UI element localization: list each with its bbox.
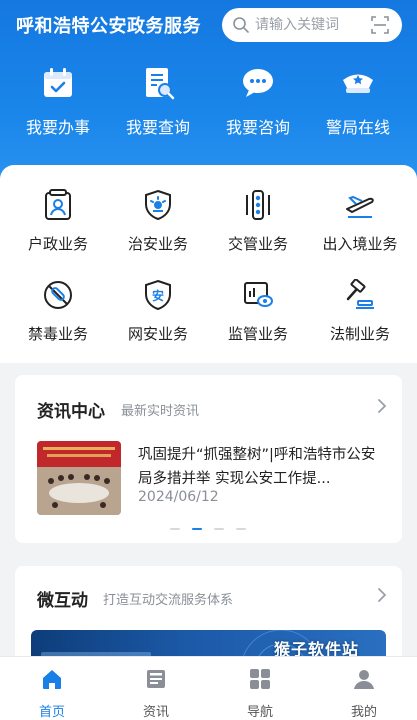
app-title: 呼和浩特公安政务服务: [16, 16, 201, 37]
news-thumbnail[interactable]: [37, 441, 121, 515]
news-card: 资讯中心 最新实时资讯 巩固提升“抓强整树”|呼和浩特市公安局多措并举 实现公安…: [15, 375, 402, 543]
svg-text:安: 安: [152, 288, 164, 303]
quick-action-query[interactable]: 我要查询: [108, 62, 208, 142]
search-icon: [233, 17, 249, 33]
service-exit-entry[interactable]: 出入境业务: [308, 189, 412, 269]
scan-icon[interactable]: [370, 15, 390, 35]
service-label: 出入境业务: [322, 235, 398, 253]
airplane-icon: [346, 195, 374, 218]
interaction-title: 微互动: [37, 591, 88, 611]
quick-action-consult[interactable]: 我要咨询: [208, 62, 308, 142]
service-public-security[interactable]: 治安业务: [106, 189, 210, 269]
quick-actions: 我要办事 我要查询 我要咨询 警局在线: [0, 62, 417, 142]
service-legal[interactable]: 法制业务: [308, 279, 412, 359]
traffic-light-icon: [246, 190, 270, 220]
meeting-photo: [37, 441, 121, 515]
shield-light-icon: [145, 189, 171, 221]
interaction-subtitle: 打造互动交流服务体系: [103, 593, 234, 608]
news-subtitle: 最新实时资讯: [121, 404, 200, 419]
user-icon: [354, 670, 374, 689]
quick-action-label: 警局在线: [325, 118, 390, 137]
search-input[interactable]: [255, 14, 370, 36]
news-icon: [147, 670, 165, 688]
quick-action-handle-affairs[interactable]: 我要办事: [8, 62, 108, 142]
carousel-dot-active[interactable]: [192, 528, 202, 530]
search-box[interactable]: [222, 8, 402, 42]
service-household[interactable]: 户政业务: [6, 189, 110, 269]
id-card-icon: [45, 189, 71, 220]
service-traffic[interactable]: 交管业务: [206, 189, 310, 269]
nav-label: 导航: [246, 705, 273, 720]
service-supervision[interactable]: 监管业务: [206, 279, 310, 359]
services-grid: 户政业务 治安业务 交管业务 出入境业务 禁毒业务 安 网安业务 监管业务 法制…: [0, 165, 417, 363]
home-icon: [43, 670, 61, 689]
shield-safe-icon: 安: [145, 279, 171, 311]
news-title: 资讯中心: [37, 402, 105, 422]
chevron-right-icon[interactable]: [376, 399, 388, 413]
quick-action-label: 我要办事: [25, 118, 90, 137]
carousel-dot[interactable]: [214, 528, 224, 530]
calendar-check-icon: [44, 68, 72, 97]
service-label: 治安业务: [127, 235, 188, 253]
quick-action-police-online[interactable]: 警局在线: [308, 62, 408, 142]
news-headline[interactable]: 巩固提升“抓强整树”|呼和浩特市公安局多措并举 实现公安工作提...: [138, 443, 380, 491]
quick-action-label: 我要查询: [125, 118, 190, 137]
nav-label: 首页: [38, 705, 65, 720]
header: 呼和浩特公安政务服务 我要办事: [0, 0, 417, 190]
document-search-icon: [146, 68, 175, 100]
police-cap-icon: [343, 74, 373, 93]
monitor-eye-icon: [244, 282, 273, 307]
nav-profile[interactable]: 我的: [312, 657, 416, 720]
nav-label: 资讯: [142, 705, 169, 720]
no-drugs-icon: [44, 281, 72, 309]
gavel-icon: [346, 279, 374, 309]
service-cyber-security[interactable]: 安 网安业务: [106, 279, 210, 359]
carousel-dot[interactable]: [236, 528, 246, 530]
service-label: 法制业务: [329, 325, 390, 343]
nav-home[interactable]: 首页: [0, 657, 104, 720]
service-label: 监管业务: [227, 325, 288, 343]
news-date: 2024/06/12: [138, 489, 219, 505]
chevron-right-icon[interactable]: [376, 588, 388, 602]
quick-action-label: 我要咨询: [225, 118, 290, 137]
service-label: 网安业务: [127, 325, 188, 343]
bottom-nav: 首页 资讯 导航 我的: [0, 656, 417, 720]
grid-icon: [250, 669, 270, 689]
chat-bubbles-icon: [243, 69, 273, 97]
nav-label: 我的: [350, 705, 377, 720]
carousel-indicator: [170, 528, 250, 532]
top-bar: 呼和浩特公安政务服务: [0, 0, 417, 50]
nav-navigation[interactable]: 导航: [208, 657, 312, 720]
service-label: 禁毒业务: [27, 325, 88, 343]
service-label: 户政业务: [27, 235, 88, 253]
service-anti-drug[interactable]: 禁毒业务: [6, 279, 110, 359]
service-label: 交管业务: [227, 235, 288, 253]
carousel-dot[interactable]: [170, 528, 180, 530]
nav-news[interactable]: 资讯: [104, 657, 208, 720]
